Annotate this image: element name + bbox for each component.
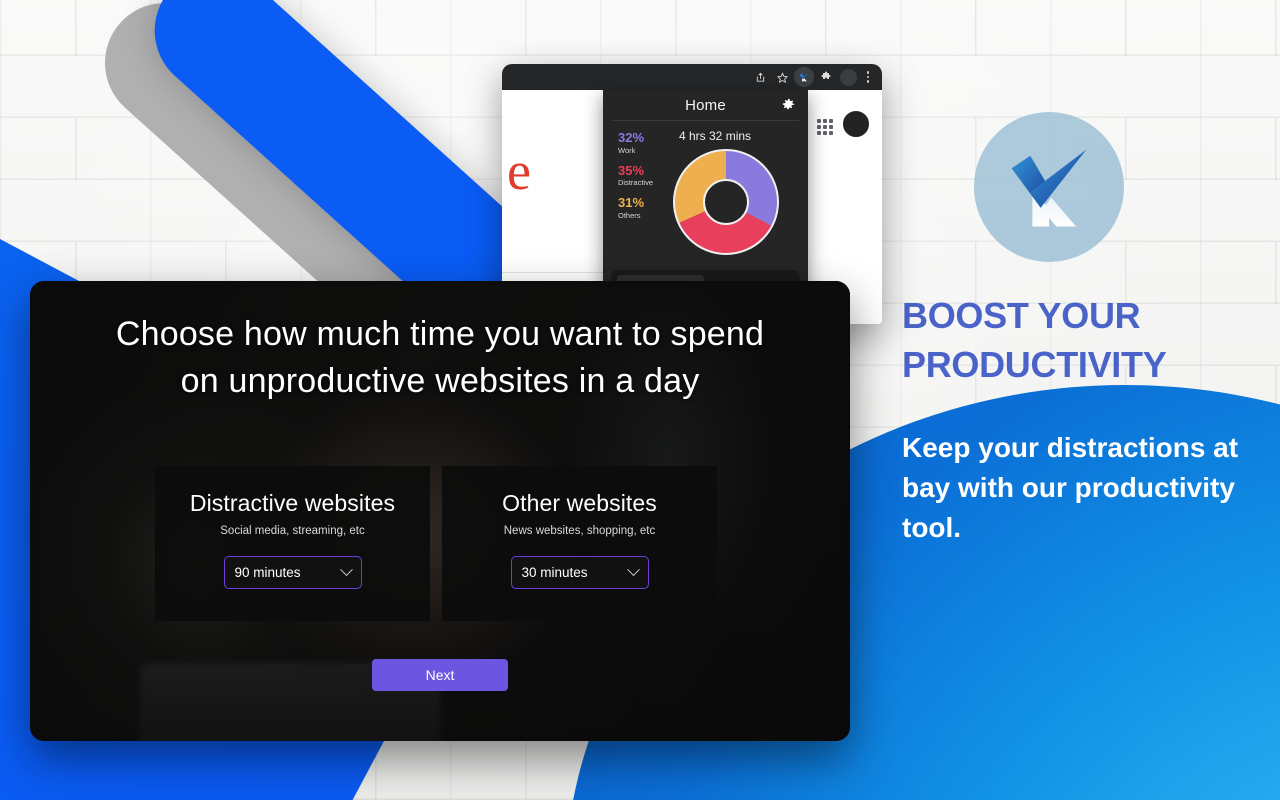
card-heading-line1: Choose how much time you want to spend bbox=[115, 315, 765, 353]
google-logo-fragment: e bbox=[507, 141, 531, 201]
chevron-down-icon bbox=[339, 563, 353, 577]
account-avatar-icon[interactable] bbox=[842, 110, 870, 138]
legend-value-distractive: 35% bbox=[618, 162, 645, 178]
popup-header: Home bbox=[603, 90, 808, 120]
popup-title: Home bbox=[685, 96, 726, 114]
distractive-time-select[interactable]: 90 minutes bbox=[223, 556, 362, 589]
panel-distractive-websites: Distractive websites Social media, strea… bbox=[155, 466, 430, 621]
next-button[interactable]: Next bbox=[372, 659, 508, 691]
legend-item-distractive: 35% Distractive bbox=[618, 162, 654, 188]
legend-value-others: 31% bbox=[618, 195, 645, 211]
card-heading: Choose how much time you want to spend o… bbox=[30, 311, 850, 405]
time-limit-panels: Distractive websites Social media, strea… bbox=[155, 466, 717, 621]
extension-popup: Home 32% Work 35% Distractive 31% Others… bbox=[603, 90, 808, 312]
chart-legend: 32% Work 35% Distractive 31% Others bbox=[618, 131, 653, 229]
promo-screenshot: BOOST YOUR PRODUCTIVITY Keep your distra… bbox=[0, 0, 1280, 800]
panel-title-other: Other websites bbox=[502, 490, 657, 516]
share-icon[interactable] bbox=[750, 67, 770, 87]
kanguru-extension-icon[interactable] bbox=[794, 67, 814, 87]
legend-label-distractive: Distractive bbox=[618, 178, 654, 188]
star-icon[interactable] bbox=[772, 67, 792, 87]
panel-other-websites: Other websites News websites, shopping, … bbox=[442, 466, 717, 621]
page-title: BOOST YOUR PRODUCTIVITY bbox=[902, 295, 1167, 385]
legend-item-others: 31% Others bbox=[618, 196, 653, 220]
usage-donut-chart bbox=[673, 149, 779, 255]
profile-avatar-icon[interactable] bbox=[840, 68, 857, 86]
browser-toolbar bbox=[502, 64, 882, 90]
card-heading-line2: on unproductive websites in a day bbox=[180, 361, 700, 400]
marketing-subcopy: Keep your distractions at bay with our p… bbox=[902, 432, 1239, 543]
puzzle-piece-icon[interactable] bbox=[816, 67, 836, 87]
panel-subtitle-distractive: Social media, streaming, etc bbox=[220, 525, 365, 537]
onboarding-card: Choose how much time you want to spend o… bbox=[30, 281, 850, 741]
other-time-select[interactable]: 30 minutes bbox=[510, 556, 649, 589]
gear-icon[interactable] bbox=[781, 97, 796, 112]
popup-body: 32% Work 35% Distractive 31% Others 4 hr… bbox=[603, 121, 808, 270]
legend-value-work: 32% bbox=[618, 130, 645, 145]
distractive-time-value: 90 minutes bbox=[234, 565, 301, 580]
k-checkmark-logo bbox=[974, 112, 1124, 262]
legend-label-others: Others bbox=[618, 210, 641, 220]
legend-label-work: Work bbox=[618, 145, 636, 155]
panel-title-distractive: Distractive websites bbox=[189, 490, 396, 516]
total-time-label: 4 hrs 32 mins bbox=[679, 129, 752, 143]
donut-center-hole bbox=[703, 179, 749, 225]
panel-subtitle-other: News websites, shopping, etc bbox=[503, 525, 656, 537]
three-dot-menu-icon[interactable] bbox=[860, 71, 876, 83]
chevron-down-icon bbox=[626, 563, 640, 577]
legend-item-work: 32% Work bbox=[618, 131, 653, 155]
other-time-value: 30 minutes bbox=[521, 565, 588, 580]
google-apps-grid-icon[interactable] bbox=[816, 118, 834, 136]
